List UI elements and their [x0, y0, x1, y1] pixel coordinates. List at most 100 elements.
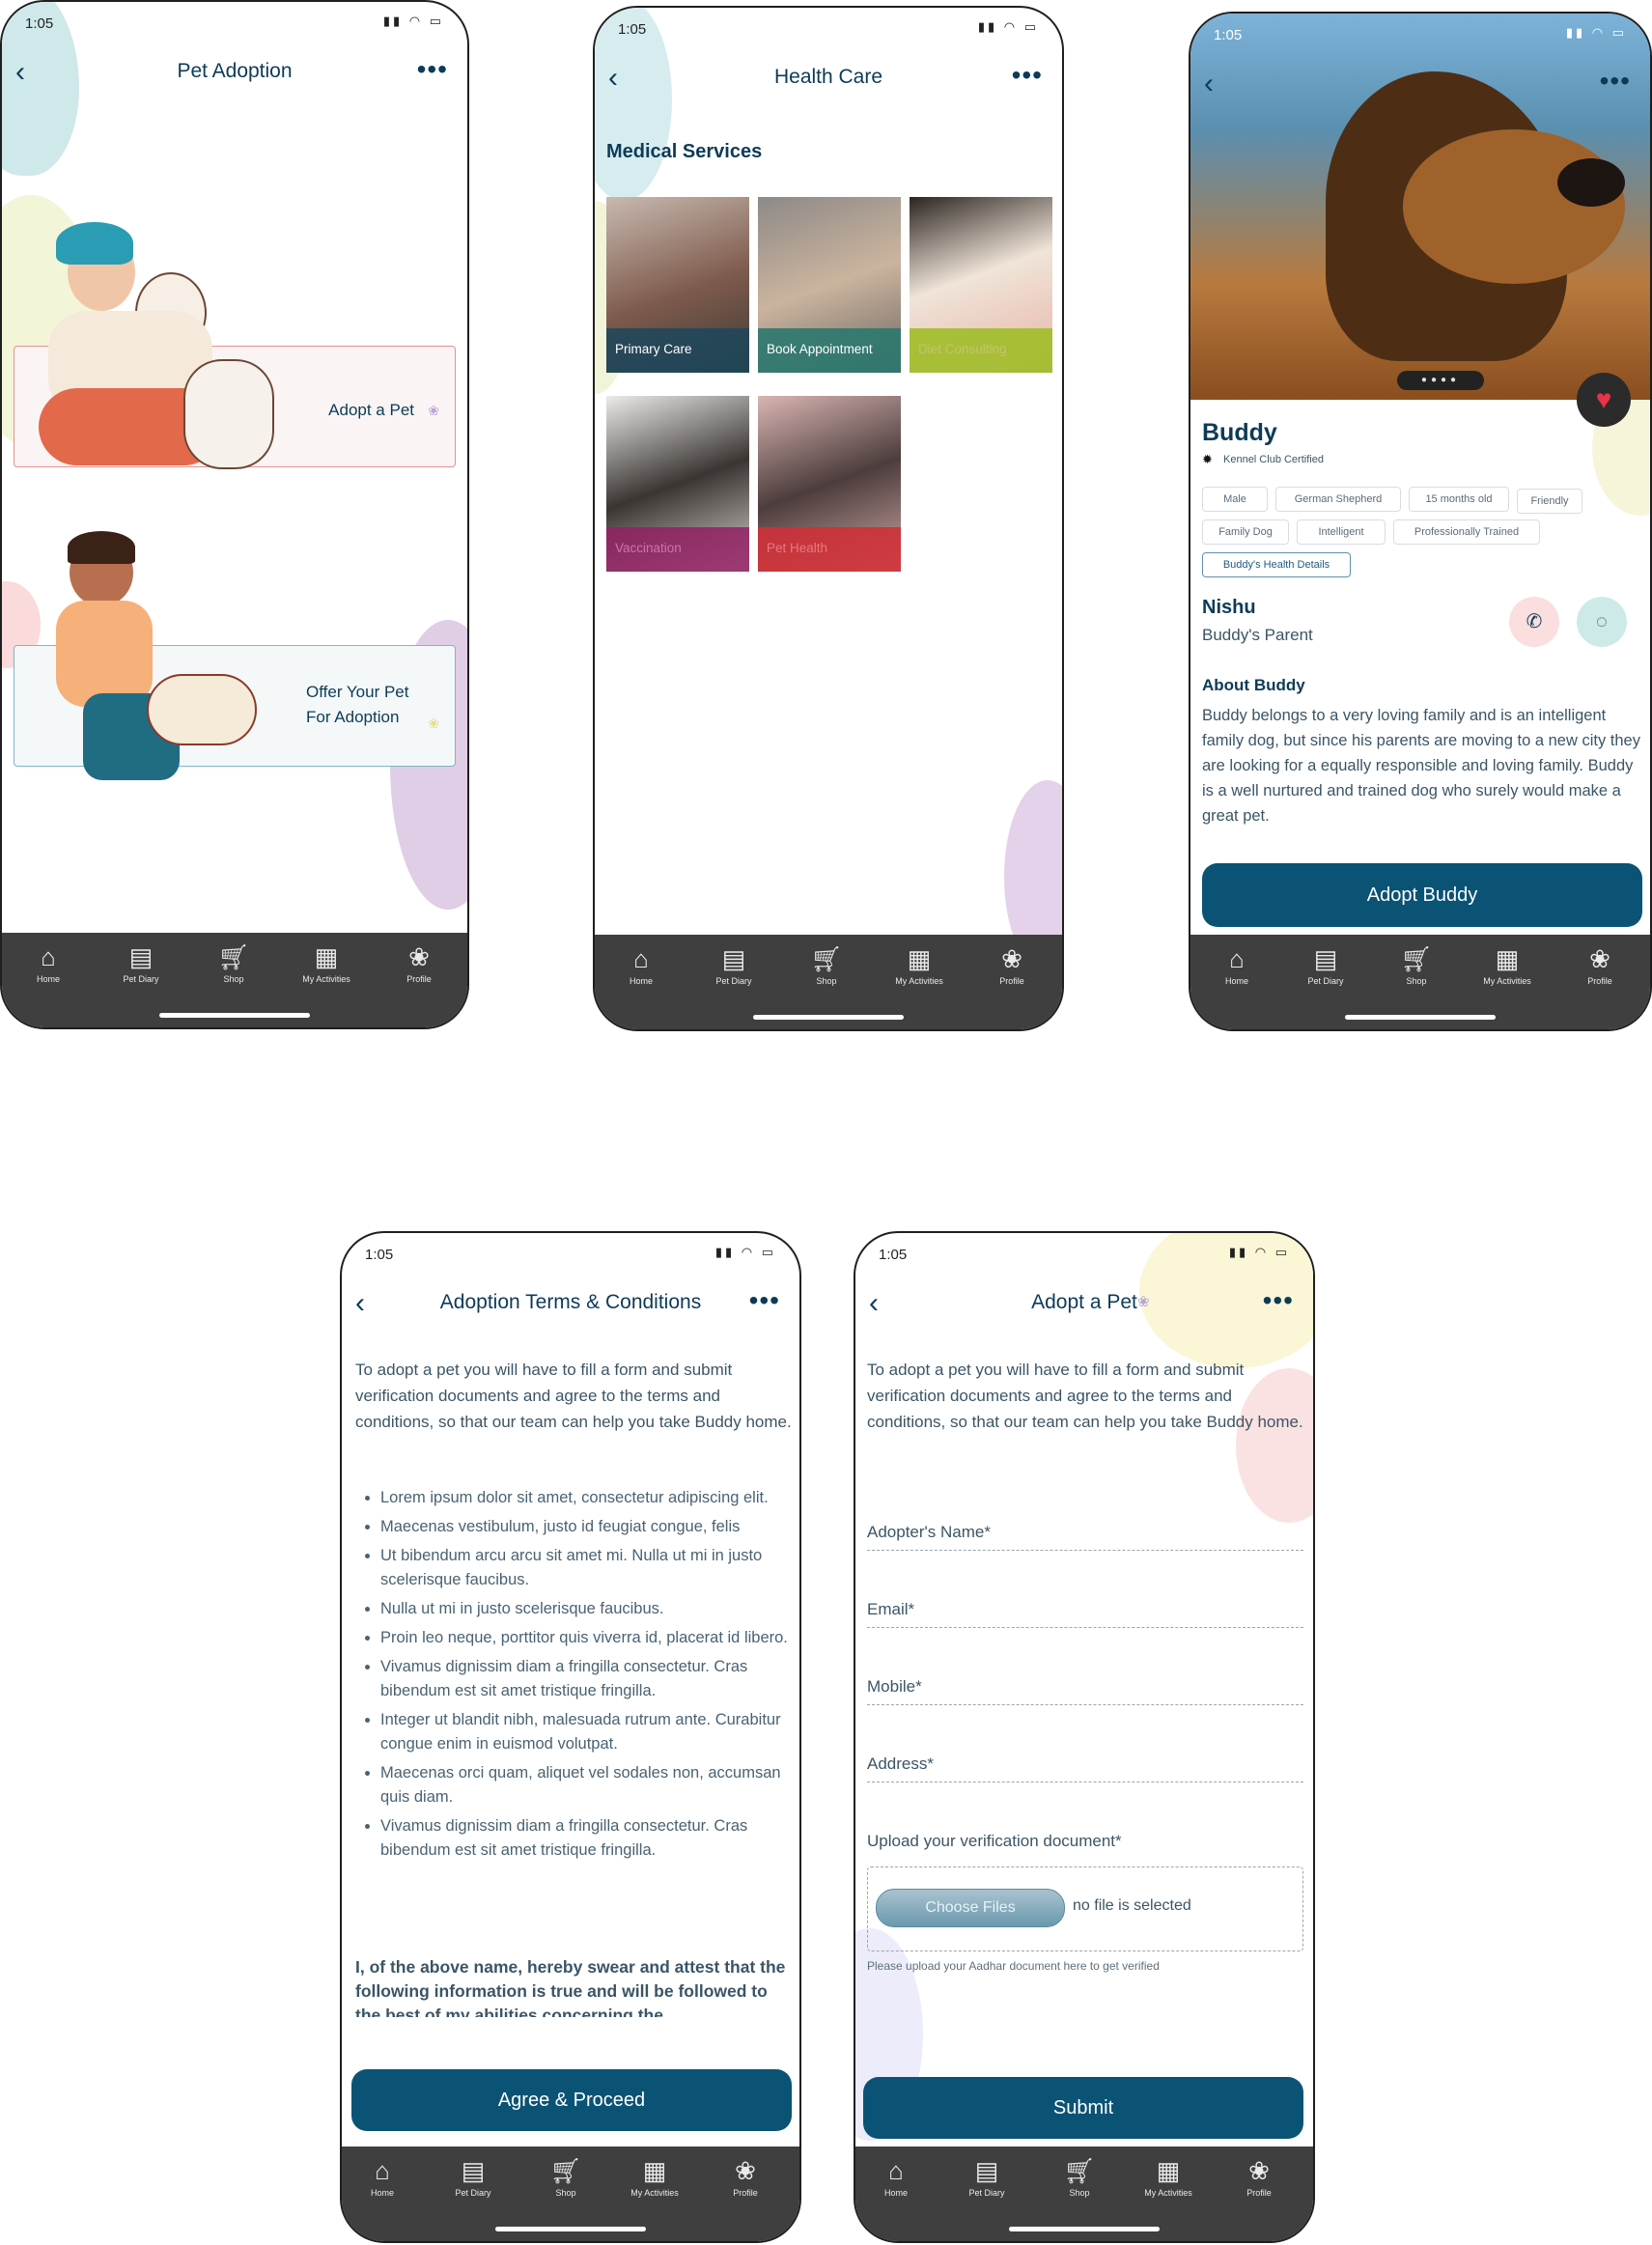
nav-pet-diary[interactable]: ▤ Pet Diary: [948, 2156, 1025, 2198]
status-time: 1:05: [879, 1247, 908, 1263]
address-field[interactable]: Address*: [867, 1754, 934, 1774]
service-tile-pet-health[interactable]: Pet Health: [758, 396, 901, 572]
upload-box: Choose Files no file is selected: [867, 1866, 1303, 1951]
offer-pet-label-line2: For Adoption: [306, 708, 400, 726]
list-item: Nulla ut mi in justo scelerisque faucibu…: [380, 1597, 799, 1621]
nav-shop[interactable]: 🛒︎ Shop: [527, 2156, 604, 2198]
paw-icon: ❀: [428, 716, 439, 731]
grid-icon: ▦: [907, 944, 932, 973]
nav-profile[interactable]: ❀ Profile: [1220, 2156, 1298, 2198]
service-tile-diet-consulting[interactable]: Diet Consulting: [910, 197, 1052, 373]
call-button[interactable]: ✆: [1509, 597, 1559, 647]
agree-proceed-button[interactable]: Agree & Proceed: [351, 2069, 792, 2131]
service-tile-vaccination[interactable]: Vaccination: [606, 396, 749, 572]
back-icon[interactable]: ‹: [1204, 70, 1214, 98]
paw-profile-icon: ❀: [1001, 944, 1022, 973]
chip: 15 months old: [1409, 487, 1509, 512]
tile-caption: Vaccination: [606, 527, 749, 572]
more-icon[interactable]: •••: [1600, 66, 1631, 97]
list-item: Lorem ipsum dolor sit amet, consectetur …: [380, 1486, 799, 1510]
submit-button[interactable]: Submit: [863, 2077, 1303, 2139]
nav-pet-diary[interactable]: ▤ Pet Diary: [102, 942, 180, 984]
intro-text: To adopt a pet you will have to fill a f…: [355, 1361, 792, 1431]
list-item: Ut bibendum arcu arcu sit amet mi. Nulla…: [380, 1544, 799, 1592]
nav-my-activities[interactable]: ▦ My Activities: [616, 2156, 693, 2198]
page-title: Adopt a Pet: [1031, 1291, 1137, 1313]
page-title: Adoption Terms & Conditions: [439, 1291, 702, 1313]
chip: German Shepherd: [1275, 487, 1401, 512]
chat-icon: ◌: [1596, 611, 1608, 632]
no-file-label: no file is selected: [1073, 1897, 1191, 1914]
nav-home[interactable]: ⌂ Home: [857, 2156, 935, 2198]
paw-icon: ❀: [1137, 1294, 1150, 1310]
home-icon: ⌂: [41, 942, 56, 971]
home-icon: ⌂: [888, 2156, 904, 2185]
section-title: Medical Services: [606, 141, 763, 162]
offer-pet-label-line1: Offer Your Pet: [306, 683, 409, 701]
more-icon[interactable]: •••: [1263, 1285, 1294, 1316]
nav-home[interactable]: ⌂ Home: [344, 2156, 421, 2198]
service-tile-primary-care[interactable]: Primary Care: [606, 197, 749, 373]
phone-adopt-form: 1:05 ▮▮ ◠ ▭ ‹ Adopt a Pet ❀ ••• To adopt…: [854, 1231, 1315, 2243]
nav-home[interactable]: ⌂ Home: [1198, 944, 1275, 986]
nav-home[interactable]: ⌂ Home: [602, 944, 680, 986]
health-details-link[interactable]: Buddy's Health Details: [1202, 552, 1351, 577]
nav-profile[interactable]: ❀ Profile: [973, 944, 1050, 986]
adopt-buddy-button[interactable]: Adopt Buddy: [1202, 863, 1642, 927]
tile-caption: Diet Consulting: [910, 328, 1052, 373]
adopt-pet-label: Adopt a Pet: [328, 401, 414, 419]
nav-profile[interactable]: ❀ Profile: [380, 942, 458, 984]
home-indicator: [495, 2227, 646, 2231]
home-indicator: [753, 1015, 904, 1020]
phone-health-care: 1:05 ▮▮ ◠ ▭ ‹ Health Care ••• Medical Se…: [593, 6, 1064, 1031]
nav-profile[interactable]: ❀ Profile: [707, 2156, 784, 2198]
status-time: 1:05: [365, 1247, 394, 1263]
nav-my-activities[interactable]: ▦ My Activities: [881, 944, 958, 986]
field-underline: [867, 1627, 1303, 1628]
nav-pet-diary[interactable]: ▤ Pet Diary: [434, 2156, 512, 2198]
grid-icon: ▦: [1495, 944, 1520, 973]
home-icon: ⌂: [633, 944, 649, 973]
nav-shop[interactable]: 🛒︎ Shop: [1378, 944, 1455, 986]
bottom-nav: ⌂ Home ▤ Pet Diary 🛒︎ Shop ▦ My Activities ❀…: [855, 2147, 1313, 2241]
more-icon[interactable]: •••: [1012, 60, 1043, 91]
chip: Friendly: [1517, 489, 1582, 514]
home-indicator: [1345, 1015, 1496, 1020]
diary-icon: ▤: [461, 2156, 486, 2185]
bottom-nav: ⌂ Home ▤ Pet Diary 🛒︎ Shop ▦ My Activities ❀…: [2, 933, 467, 1027]
nav-my-activities[interactable]: ▦ My Activities: [1469, 944, 1546, 986]
favorite-button[interactable]: ♥: [1577, 373, 1631, 427]
home-indicator: [159, 1013, 310, 1018]
chat-button[interactable]: ◌: [1577, 597, 1627, 647]
more-icon[interactable]: •••: [749, 1285, 780, 1316]
header: ‹ Pet Adoption •••: [2, 50, 467, 98]
nav-pet-diary[interactable]: ▤ Pet Diary: [695, 944, 772, 986]
nav-home[interactable]: ⌂ Home: [10, 942, 87, 984]
pet-name: Buddy: [1202, 419, 1277, 446]
header: ‹ Adopt a Pet ❀ •••: [855, 1281, 1313, 1330]
mobile-field[interactable]: Mobile*: [867, 1677, 922, 1697]
nav-my-activities[interactable]: ▦ My Activities: [1130, 2156, 1207, 2198]
bottom-nav: ⌂ Home ▤ Pet Diary 🛒︎ Shop ▦ My Activities ❀…: [1190, 935, 1650, 1029]
bottom-nav: ⌂ Home ▤ Pet Diary 🛒︎ Shop ▦ My Activities ❀…: [595, 935, 1062, 1029]
home-icon: ⌂: [375, 2156, 390, 2185]
cart-icon: 🛒︎: [549, 2156, 582, 2185]
nav-my-activities[interactable]: ▦ My Activities: [288, 942, 365, 984]
nav-shop[interactable]: 🛒︎ Shop: [1041, 2156, 1118, 2198]
nav-profile[interactable]: ❀ Profile: [1561, 944, 1638, 986]
header: ‹ •••: [1190, 62, 1650, 110]
email-field[interactable]: Email*: [867, 1600, 914, 1619]
certified-icon: ✹: [1202, 452, 1213, 466]
nav-shop[interactable]: 🛒︎ Shop: [788, 944, 865, 986]
adopter-name-field[interactable]: Adopter's Name*: [867, 1523, 991, 1542]
header: ‹ Health Care •••: [595, 56, 1062, 104]
more-icon[interactable]: •••: [417, 54, 448, 85]
oath-text: I, of the above name, hereby swear and a…: [355, 1957, 786, 2017]
nav-pet-diary[interactable]: ▤ Pet Diary: [1287, 944, 1364, 986]
signal-wifi-battery-icon: ▮▮ ◠ ▭: [382, 14, 444, 28]
service-tile-book-appointment[interactable]: Book Appointment: [758, 197, 901, 373]
phone-icon: ✆: [1526, 611, 1543, 632]
choose-files-button[interactable]: Choose Files: [876, 1889, 1065, 1927]
nav-shop[interactable]: 🛒︎ Shop: [195, 942, 272, 984]
header: ‹ Adoption Terms & Conditions •••: [342, 1281, 799, 1330]
